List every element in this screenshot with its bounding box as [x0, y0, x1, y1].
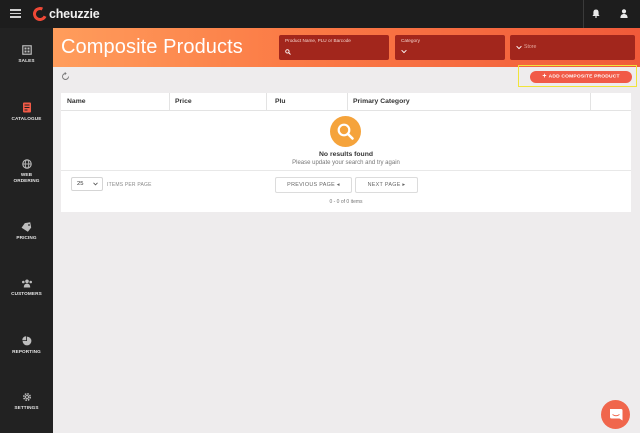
items-per-page-label: ITEMS PER PAGE: [107, 182, 152, 188]
page-header: Composite Products Product Name, PLU or …: [53, 28, 640, 67]
sidebar-item-label: REPORTING: [12, 349, 41, 354]
tag-icon: [21, 222, 32, 232]
globe-icon: [21, 159, 32, 169]
chevron-down-icon: [401, 49, 407, 54]
column-header-plu[interactable]: Plu: [269, 93, 347, 111]
search-placeholder: Product Name, PLU or Barcode: [285, 38, 351, 43]
per-page-value: 25: [77, 181, 84, 187]
bell-icon[interactable]: [592, 9, 600, 18]
sidebar-item-label: CATALOGUE: [11, 116, 42, 121]
top-bar: cheuzzie: [0, 0, 640, 28]
chevron-down-icon: [516, 45, 522, 50]
store-select[interactable]: Store: [510, 35, 635, 60]
page-title: Composite Products: [61, 36, 243, 58]
next-page-button[interactable]: NEXT PAGE ▸: [355, 177, 418, 193]
sidebar: SALES CATALOGUE WEB ORDERING PRICING CUS…: [0, 28, 53, 433]
sidebar-item-catalogue[interactable]: CATALOGUE: [0, 102, 53, 122]
item-count: 0 - 0 of 0 items: [329, 199, 363, 205]
products-table-panel: Name Price Plu Primary Category No resul…: [61, 93, 631, 212]
sidebar-item-label: WEB ORDERING: [13, 172, 40, 183]
search-icon: [285, 49, 291, 55]
gear-icon: [22, 392, 31, 402]
chat-icon: [610, 409, 623, 421]
previous-page-button[interactable]: PREVIOUS PAGE ◂: [275, 177, 352, 193]
store-placeholder: Store: [524, 44, 537, 50]
sidebar-item-web-ordering[interactable]: WEB ORDERING: [0, 159, 53, 184]
category-select[interactable]: Category: [395, 35, 505, 60]
app-logo[interactable]: cheuzzie: [31, 5, 100, 23]
sales-icon: [21, 45, 32, 55]
empty-state-title: No results found: [319, 151, 373, 158]
pie-chart-icon: [21, 336, 31, 346]
app-name: cheuzzie: [49, 7, 100, 21]
sidebar-item-label: PRICING: [16, 235, 37, 240]
customers-icon: [21, 279, 32, 288]
logo-mark-icon: [31, 5, 49, 23]
table-header: Name Price Plu Primary Category: [61, 93, 631, 111]
catalogue-icon: [22, 102, 31, 113]
column-divider: [590, 93, 591, 111]
sidebar-item-label: SETTINGS: [14, 405, 39, 410]
sidebar-item-label: CUSTOMERS: [11, 291, 42, 296]
topbar-divider: [583, 0, 584, 28]
sidebar-item-pricing[interactable]: PRICING: [0, 222, 53, 241]
search-input[interactable]: Product Name, PLU or Barcode: [279, 35, 389, 60]
column-header-price[interactable]: Price: [169, 93, 266, 111]
category-label: Category: [401, 38, 421, 43]
user-icon[interactable]: [620, 9, 628, 18]
sidebar-item-customers[interactable]: CUSTOMERS: [0, 279, 53, 297]
sidebar-item-reporting[interactable]: REPORTING: [0, 336, 53, 355]
plus-icon: +: [542, 73, 547, 80]
empty-search-icon: [330, 116, 361, 147]
chat-launcher-button[interactable]: [601, 400, 630, 429]
add-button-label: ADD COMPOSITE PRODUCT: [548, 74, 620, 80]
empty-state-subtitle: Please update your search and try again: [292, 160, 400, 166]
column-divider: [266, 93, 267, 111]
items-per-page-select[interactable]: 25: [71, 177, 103, 191]
sidebar-item-settings[interactable]: SETTINGS: [0, 392, 53, 411]
hamburger-menu-icon[interactable]: [10, 9, 21, 18]
sidebar-item-sales[interactable]: SALES: [0, 45, 53, 64]
column-header-primary-category[interactable]: Primary Category: [347, 93, 590, 111]
chevron-down-icon: [93, 182, 98, 186]
add-composite-product-button[interactable]: + ADD COMPOSITE PRODUCT: [530, 71, 632, 83]
column-header-name[interactable]: Name: [61, 93, 169, 111]
refresh-icon[interactable]: [61, 72, 70, 81]
divider: [61, 170, 631, 171]
sidebar-item-label: SALES: [18, 58, 35, 63]
